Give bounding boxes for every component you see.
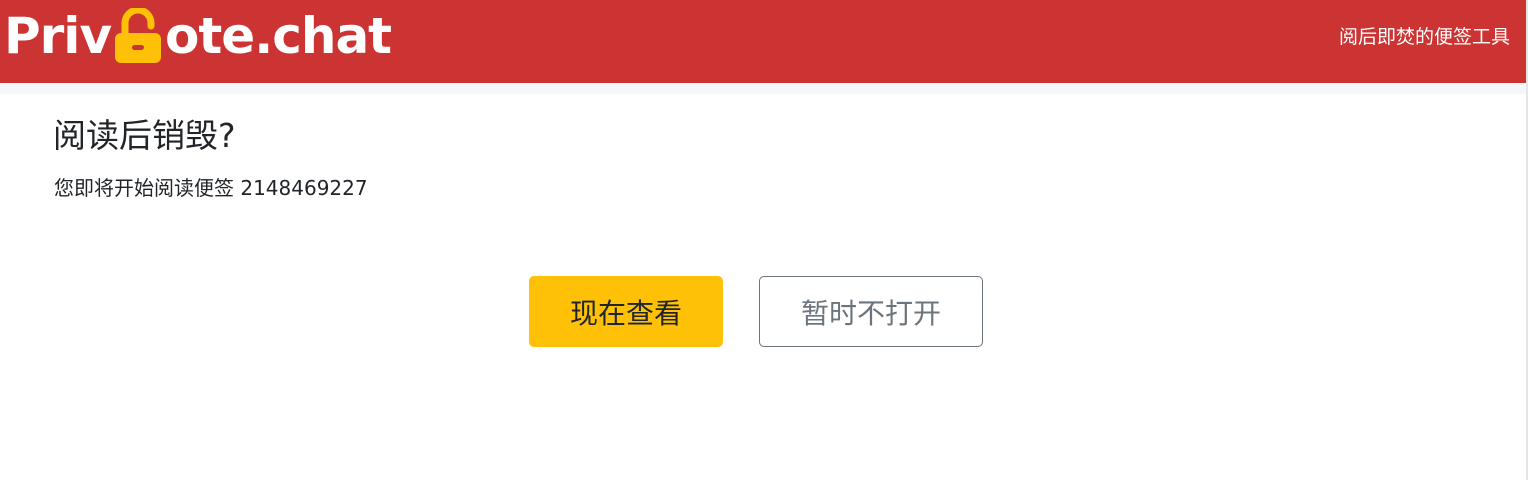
site-header: Priv ote.chat 阅后即焚的便签工具 [0,0,1528,83]
open-padlock-icon [112,6,164,64]
note-info-text: 您即将开始阅读便签 2148469227 [54,176,368,200]
page-title: 阅读后销毁? [53,116,236,155]
logo-text-start: Priv [4,7,112,65]
not-now-button[interactable]: 暂时不打开 [759,276,983,347]
site-tagline: 阅后即焚的便签工具 [1338,26,1510,48]
logo-text-end: ote.chat [165,7,392,65]
site-logo[interactable]: Priv ote.chat [4,4,392,68]
view-now-button[interactable]: 现在查看 [529,276,723,347]
header-divider [0,83,1528,94]
